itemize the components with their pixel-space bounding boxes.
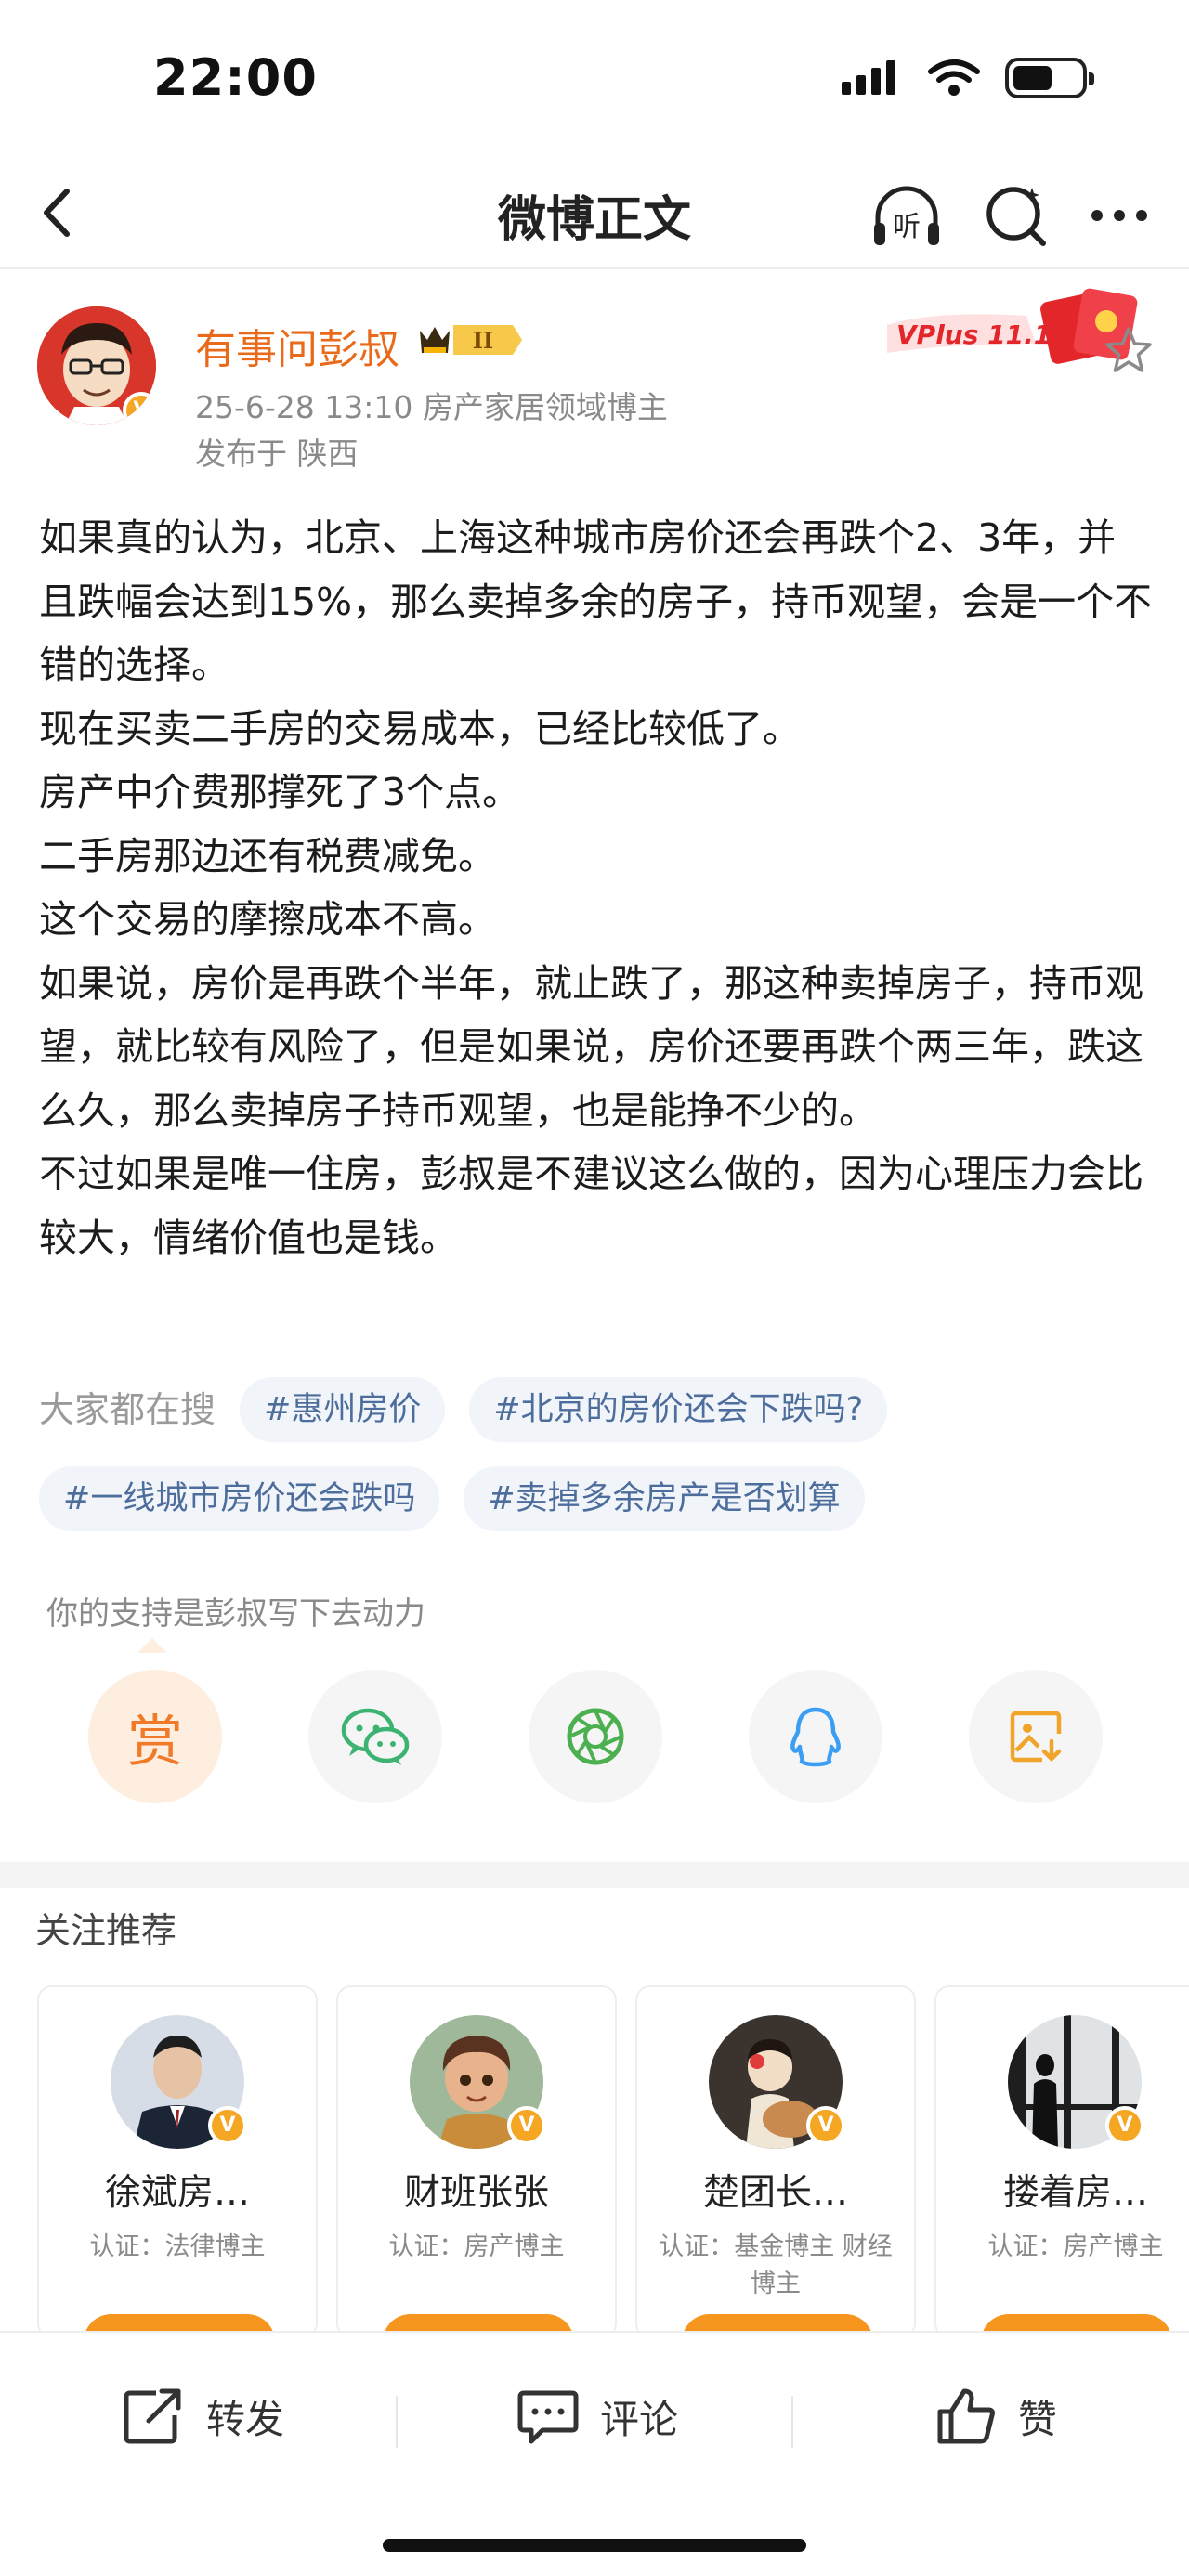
verified-badge-icon: V (1105, 2106, 1144, 2145)
bottom-action-bar: 转发 评论 赞 (0, 2331, 1189, 2576)
post-paragraph: 现在买卖二手房的交易成本，已经比较低了。 (39, 706, 801, 751)
author-name[interactable]: 有事问彭叔 (195, 316, 399, 375)
comment-button[interactable]: 评论 (516, 2379, 678, 2453)
vip-level: II (473, 327, 493, 354)
share-wechat-button[interactable] (308, 1670, 442, 1803)
reward-label: 赏 (127, 1709, 183, 1775)
verified-badge-icon: V (806, 2106, 845, 2145)
repost-button[interactable]: 转发 (121, 2379, 284, 2453)
save-image-icon (1010, 1711, 1062, 1763)
post-paragraph: 房产中介费那撑死了3个点。 (39, 770, 521, 814)
share-row: 赏 (88, 1670, 1110, 1803)
comment-icon (517, 2390, 579, 2444)
repost-label: 转发 (206, 2396, 285, 2442)
recommend-name: 徐斌房… (104, 2172, 250, 2214)
battery-icon (1005, 58, 1094, 98)
recommend-title: 关注推荐 (35, 1910, 177, 1951)
support-text: 你的支持是彭叔写下去动力 (46, 1595, 425, 1633)
nav-bar: 微博正文 听 (0, 158, 1189, 269)
recommend-cert: 认证：房产博主 (388, 2232, 565, 2261)
recommend-cert: 认证：法律博主 (89, 2232, 266, 2261)
recommend-card[interactable]: V 徐斌房… 认证：法律博主 (37, 1985, 318, 2338)
status-bar: 22:00 (0, 0, 1189, 158)
favorite-star-icon[interactable] (1101, 323, 1156, 379)
post-body: 如果真的认为，北京、上海这种城市房价还会再跌个2、3年，并且跌幅会达到15%，那… (39, 506, 1154, 1269)
more-icon[interactable] (1082, 178, 1156, 253)
post-paragraph: 如果说，房价是再跌个半年，就止跌了，那这种卖掉房子，持币观望，就比较有风险了，但… (39, 960, 1143, 1133)
post-location: 发布于 陕西 (195, 436, 359, 472)
post-paragraph: 二手房那边还有税费减免。 (39, 833, 496, 878)
status-time: 22:00 (153, 48, 318, 107)
recommend-name: 财班张张 (403, 2172, 549, 2214)
verified-badge-icon: V (507, 2106, 546, 2145)
share-qq-button[interactable] (749, 1670, 882, 1803)
hot-search-tag[interactable]: #一线城市房价还会跌吗 (39, 1466, 440, 1531)
wifi-icon (928, 59, 980, 96)
recommend-cert: 认证：基金博主 财经博主 (659, 2232, 893, 2298)
recommend-name: 搂着房… (1002, 2172, 1148, 2214)
home-indicator (383, 2539, 806, 2552)
wechat-icon (341, 1708, 410, 1765)
verified-badge-icon: V (208, 2106, 247, 2145)
like-button[interactable]: 赞 (934, 2379, 1057, 2453)
author-header: V 有事问彭叔 II 25-6-28 13:10 房产家居领域博主 发布于 陕西… (37, 288, 1170, 474)
hot-search-tag[interactable]: #卖掉多余房产是否划算 (464, 1466, 865, 1531)
bottom-divider (791, 2396, 793, 2448)
recommend-card[interactable]: V 财班张张 认证：房产博主 (336, 1985, 617, 2338)
hot-search-tag[interactable]: #北京的房价还会下跌吗? (469, 1377, 888, 1442)
hot-search-section: 大家都在搜 #惠州房价 #北京的房价还会下跌吗? #一线城市房价还会跌吗 #卖掉… (39, 1377, 1163, 1531)
reward-button[interactable]: 赏 (88, 1670, 222, 1803)
share-moments-button[interactable] (529, 1670, 662, 1803)
comment-label: 评论 (600, 2396, 679, 2442)
like-label: 赞 (1018, 2396, 1058, 2442)
post-paragraph: 不过如果是唯一住房，彭叔是不建议这么做的，因为心理压力会比较大，情绪价值也是钱。 (39, 1151, 1143, 1260)
moments-aperture-icon (567, 1708, 624, 1765)
author-avatar[interactable]: V (37, 306, 156, 425)
recommend-name: 楚团长… (702, 2172, 848, 2214)
recommend-card[interactable]: V 搂着房… 认证：房产博主 (934, 1985, 1189, 2338)
repost-icon (124, 2388, 181, 2444)
recommend-card[interactable]: V 楚团长… 认证：基金博主 财经博主 (635, 1985, 916, 2338)
hot-search-label: 大家都在搜 (39, 1389, 216, 1430)
qq-icon (790, 1707, 841, 1767)
post-paragraph: 如果真的认为，北京、上海这种城市房价还会再跌个2、3年，并且跌幅会达到15%，那… (39, 515, 1153, 687)
bottom-divider (396, 2396, 398, 2448)
section-separator (0, 1862, 1189, 1888)
hot-search-tag[interactable]: #惠州房价 (240, 1377, 446, 1442)
cellular-signal-icon (842, 60, 895, 95)
support-pointer (137, 1638, 167, 1653)
post-paragraph: 这个交易的摩擦成本不高。 (39, 897, 496, 942)
vip-crown-badge-icon[interactable]: II (416, 318, 528, 362)
post-meta: 25-6-28 13:10 房产家居领域博主 (195, 389, 668, 425)
listen-label: 听 (893, 211, 921, 243)
search-icon[interactable] (980, 178, 1054, 253)
recommend-cert: 认证：房产博主 (987, 2232, 1164, 2261)
status-icons (842, 58, 1094, 98)
save-image-button[interactable] (969, 1670, 1103, 1803)
verified-badge-icon: V (123, 392, 156, 425)
listen-headphones-icon[interactable]: 听 (869, 178, 945, 254)
thumbs-up-icon (937, 2388, 995, 2444)
